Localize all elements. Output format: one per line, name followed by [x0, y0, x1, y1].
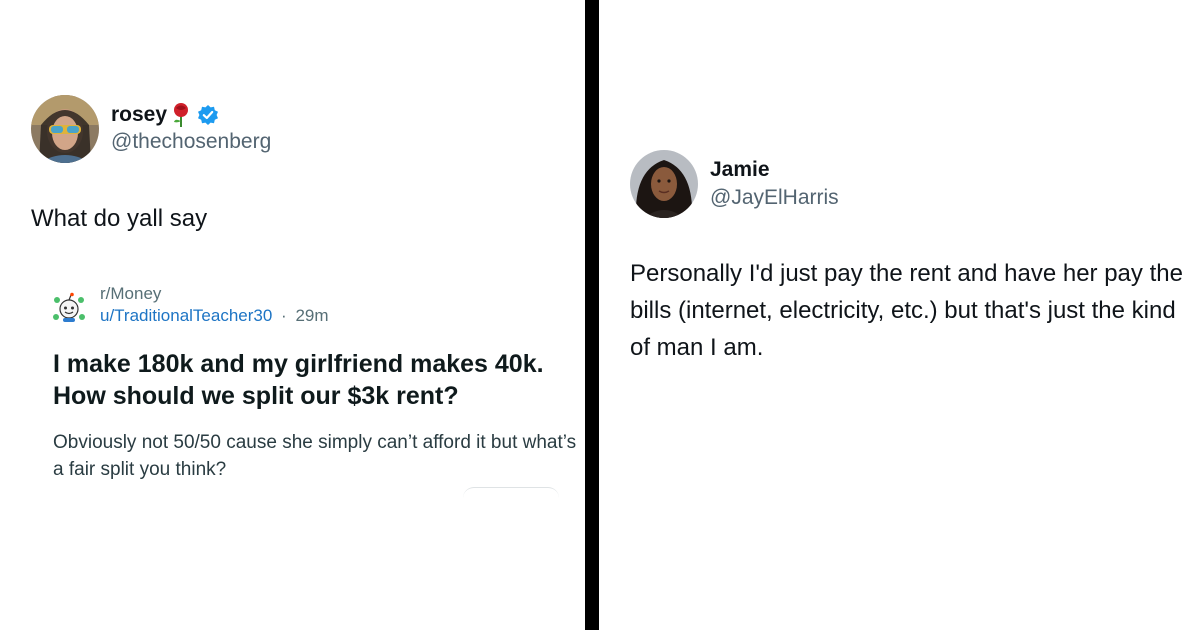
reddit-separator: · [281, 306, 287, 325]
rose-icon [169, 102, 193, 128]
left-tweet-text: What do yall say [31, 205, 208, 232]
rosey-avatar[interactable] [31, 95, 99, 163]
reddit-timestamp: 29m [295, 306, 329, 325]
reddit-post-title[interactable]: I make 180k and my girlfriend makes 40k.… [53, 348, 573, 412]
rosey-handle[interactable]: @thechosenberg [111, 130, 271, 154]
subreddit-name[interactable]: r/Money [100, 284, 161, 304]
rosey-name-row[interactable]: rosey [111, 102, 219, 128]
display-name[interactable]: rosey [111, 103, 167, 127]
reddit-author-line: u/TraditionalTeacher30 · 29m [100, 306, 329, 326]
left-tweet-panel: rosey @thechosenberg What do yall say r/… [0, 0, 585, 630]
jamie-handle[interactable]: @JayElHarris [710, 186, 839, 210]
jamie-avatar[interactable] [630, 150, 698, 218]
verified-badge-icon [197, 104, 219, 126]
right-tweet-text: Personally I'd just pay the rent and hav… [630, 260, 1183, 361]
reddit-action-button-edge [463, 487, 559, 498]
avatar-image [31, 95, 99, 163]
subreddit-icon [52, 290, 86, 324]
jamie-display-name[interactable]: Jamie [710, 158, 770, 182]
reddit-post-body: Obviously not 50/50 cause she simply can… [53, 432, 577, 480]
reddit-post-embed[interactable]: r/Money u/TraditionalTeacher30 · 29m I m… [30, 268, 585, 498]
avatar-image [630, 150, 698, 218]
right-tweet-panel: Jamie @JayElHarris Personally I'd just p… [599, 0, 1200, 630]
panel-divider [585, 0, 599, 630]
reddit-username[interactable]: u/TraditionalTeacher30 [100, 306, 272, 325]
